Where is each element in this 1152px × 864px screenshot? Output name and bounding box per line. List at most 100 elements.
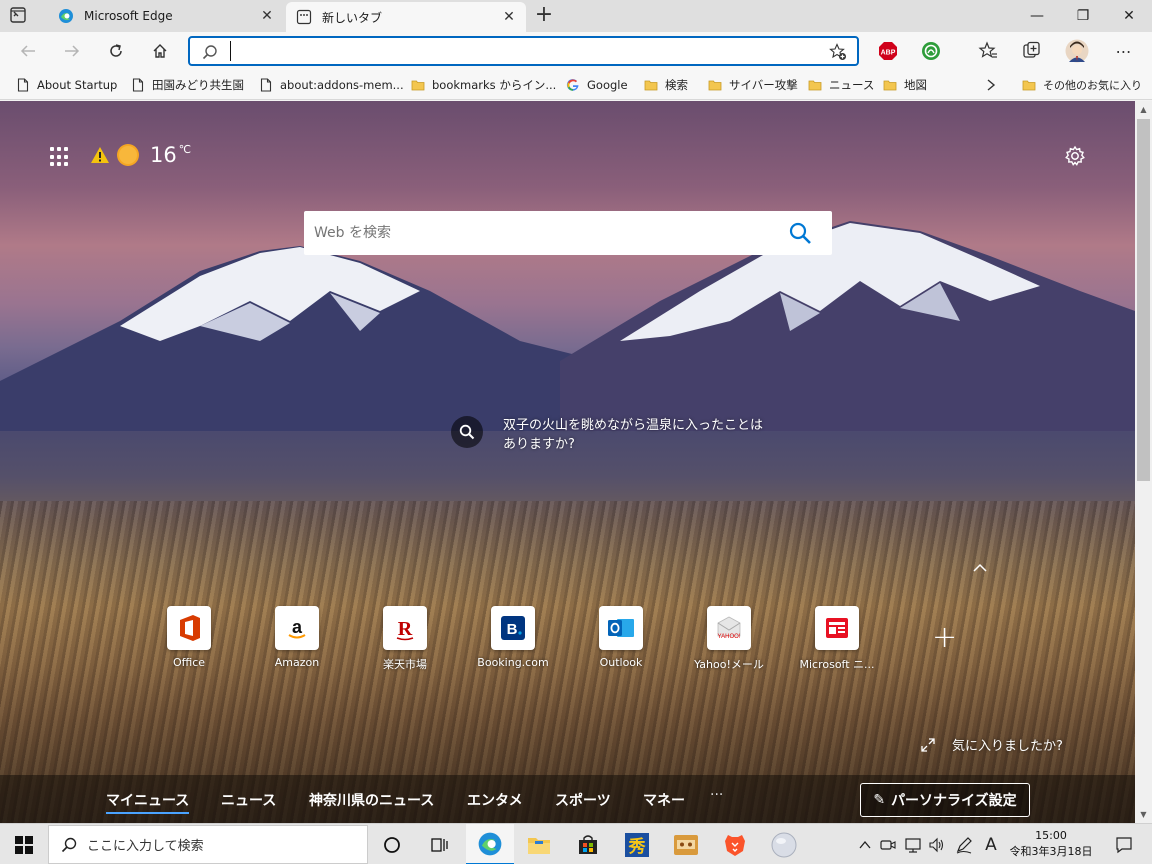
news-tab-entertainment[interactable]: エンタメ — [467, 790, 523, 810]
add-quick-link-button[interactable]: + — [932, 623, 957, 653]
quick-link-label: Microsoft ニ... — [799, 658, 875, 671]
action-center-button[interactable] — [1104, 824, 1144, 864]
back-button[interactable] — [14, 38, 42, 64]
address-bar[interactable] — [188, 36, 859, 66]
tab-new-tab[interactable]: 新しいタブ ✕ — [286, 2, 526, 32]
quick-link-label: 楽天市場 — [383, 658, 427, 671]
quick-link-yahoo-mail[interactable]: YAHOO! Yahoo!メール — [692, 606, 766, 672]
bookmark-label: Google — [587, 78, 628, 92]
bookmark-item[interactable]: about:addons-mem... — [259, 76, 404, 94]
clock-date: 令和3年3月18日 — [1009, 845, 1093, 858]
volume-tray-icon[interactable] — [926, 824, 948, 864]
image-search-button[interactable] — [451, 416, 483, 448]
news-tab-my-news[interactable]: マイニュース — [106, 790, 190, 814]
task-view-button[interactable] — [416, 824, 464, 864]
bookmark-folder[interactable]: 地図 — [883, 76, 927, 94]
image-info-text[interactable]: 双子の火山を眺めながら温泉に入ったことはありますか? — [503, 416, 763, 454]
taskbar-app-hide[interactable]: 秀 — [613, 824, 661, 864]
personalize-button[interactable]: ✎ パーソナライズ設定 — [860, 783, 1030, 817]
bookmark-label: About Startup — [37, 78, 118, 92]
quick-link-outlook[interactable]: Outlook — [584, 606, 658, 669]
new-tab-button[interactable]: + — [532, 4, 556, 28]
adblock-label: ABP — [881, 50, 896, 57]
ime-mode-indicator[interactable]: A — [980, 824, 1002, 864]
web-search-box[interactable] — [304, 211, 832, 255]
taskbar-edge[interactable] — [466, 824, 514, 864]
taskbar-store[interactable] — [564, 824, 612, 864]
taskbar-search-box[interactable]: ここに入力して検索 — [48, 825, 368, 864]
bookmark-folder[interactable]: 検索 — [644, 76, 688, 94]
weather-widget[interactable]: 16 ℃ — [90, 143, 191, 167]
close-window-button[interactable]: ✕ — [1106, 0, 1152, 32]
green-extension-icon — [922, 42, 940, 60]
vertical-scrollbar[interactable]: ▲ ▼ — [1135, 101, 1152, 823]
bookmark-folder[interactable]: ニュース — [808, 76, 874, 94]
quick-link-booking[interactable]: B Booking.com — [476, 606, 550, 669]
address-input[interactable] — [230, 41, 810, 61]
quick-link-amazon[interactable]: a Amazon — [260, 606, 334, 669]
taskbar-app-archive[interactable] — [662, 824, 710, 864]
collections-button[interactable] — [1018, 38, 1046, 64]
home-button[interactable] — [146, 38, 174, 64]
collapse-button[interactable] — [972, 562, 992, 576]
collections-icon — [1023, 41, 1040, 58]
search-icon — [202, 45, 217, 60]
bookmark-item[interactable]: 田園みどり共生園 — [131, 76, 244, 94]
chevron-right-icon — [987, 79, 996, 91]
quick-link-microsoft-news[interactable]: Microsoft ニ... — [799, 606, 875, 672]
bookmark-item[interactable]: About Startup — [16, 76, 117, 94]
quick-link-office[interactable]: Office — [152, 606, 226, 669]
scroll-up-arrow[interactable]: ▲ — [1135, 101, 1152, 118]
extension-button[interactable] — [917, 38, 945, 64]
meet-now-tray-icon[interactable] — [878, 824, 898, 864]
chevron-up-icon — [973, 563, 987, 572]
favorites-button[interactable] — [974, 38, 1002, 64]
bookmark-item[interactable]: Google — [566, 76, 628, 94]
other-favorites-folder[interactable]: その他のお気に入り — [1022, 76, 1142, 94]
close-tab-icon[interactable]: ✕ — [502, 10, 516, 24]
web-search-input[interactable] — [314, 221, 774, 245]
pen-workspace-tray-icon[interactable] — [952, 824, 976, 864]
news-tab-news[interactable]: ニュース — [221, 790, 276, 810]
bookmarks-overflow-button[interactable] — [986, 76, 996, 94]
news-tab-kanagawa[interactable]: 神奈川県のニュース — [309, 790, 434, 810]
new-tab-page: 16 ℃ 双子の火山を眺めながら温泉に入ったことはありますか? Office a… — [0, 101, 1135, 823]
minimize-button[interactable]: — — [1014, 0, 1060, 32]
show-hidden-icons-button[interactable] — [855, 824, 875, 864]
microsoft-news-icon — [826, 618, 848, 638]
tab-microsoft-edge[interactable]: Microsoft Edge ✕ — [48, 0, 284, 32]
bookmark-folder[interactable]: bookmarks からイン... — [411, 76, 556, 94]
cortana-button[interactable] — [368, 824, 416, 864]
refresh-button[interactable] — [102, 38, 130, 64]
forward-button[interactable] — [58, 38, 86, 64]
news-tab-sports[interactable]: スポーツ — [555, 790, 611, 810]
scroll-down-arrow[interactable]: ▼ — [1135, 806, 1152, 823]
adblock-extension-button[interactable]: ABP — [874, 38, 902, 64]
bookmark-folder[interactable]: サイバー攻撃 — [708, 76, 798, 94]
scrollbar-thumb[interactable] — [1137, 119, 1150, 481]
news-more-button[interactable]: ··· — [710, 787, 723, 803]
taskbar-app-globe[interactable] — [760, 824, 808, 864]
network-tray-icon[interactable] — [902, 824, 924, 864]
tab-actions-button[interactable] — [8, 6, 30, 26]
news-tab-money[interactable]: マネー — [643, 790, 685, 810]
profile-button[interactable] — [1063, 38, 1091, 64]
background-image-info[interactable]: 双子の火山を眺めながら温泉に入ったことはありますか? — [451, 416, 763, 454]
taskbar-brave[interactable] — [711, 824, 759, 864]
adblock-icon: ABP — [879, 42, 897, 60]
settings-more-button[interactable]: ⋯ — [1110, 38, 1138, 64]
maximize-button[interactable]: ❐ — [1060, 0, 1106, 32]
start-button[interactable] — [0, 824, 48, 864]
taskbar-clock[interactable]: 15:00 令和3年3月18日 — [1004, 828, 1098, 860]
quick-link-rakuten[interactable]: R 楽天市場 — [368, 606, 442, 672]
app-launcher-button[interactable] — [50, 147, 70, 167]
taskbar-file-explorer[interactable] — [515, 824, 563, 864]
weather-alert-icon — [91, 147, 109, 163]
search-submit-icon[interactable] — [788, 221, 812, 245]
folder-icon — [883, 80, 897, 91]
page-settings-button[interactable] — [1064, 145, 1086, 167]
background-feedback-prompt[interactable]: 気に入りましたか? — [920, 735, 1063, 754]
add-favorite-icon[interactable] — [829, 43, 847, 61]
close-tab-icon[interactable]: ✕ — [260, 9, 274, 23]
bookmark-label: bookmarks からイン... — [432, 78, 557, 92]
